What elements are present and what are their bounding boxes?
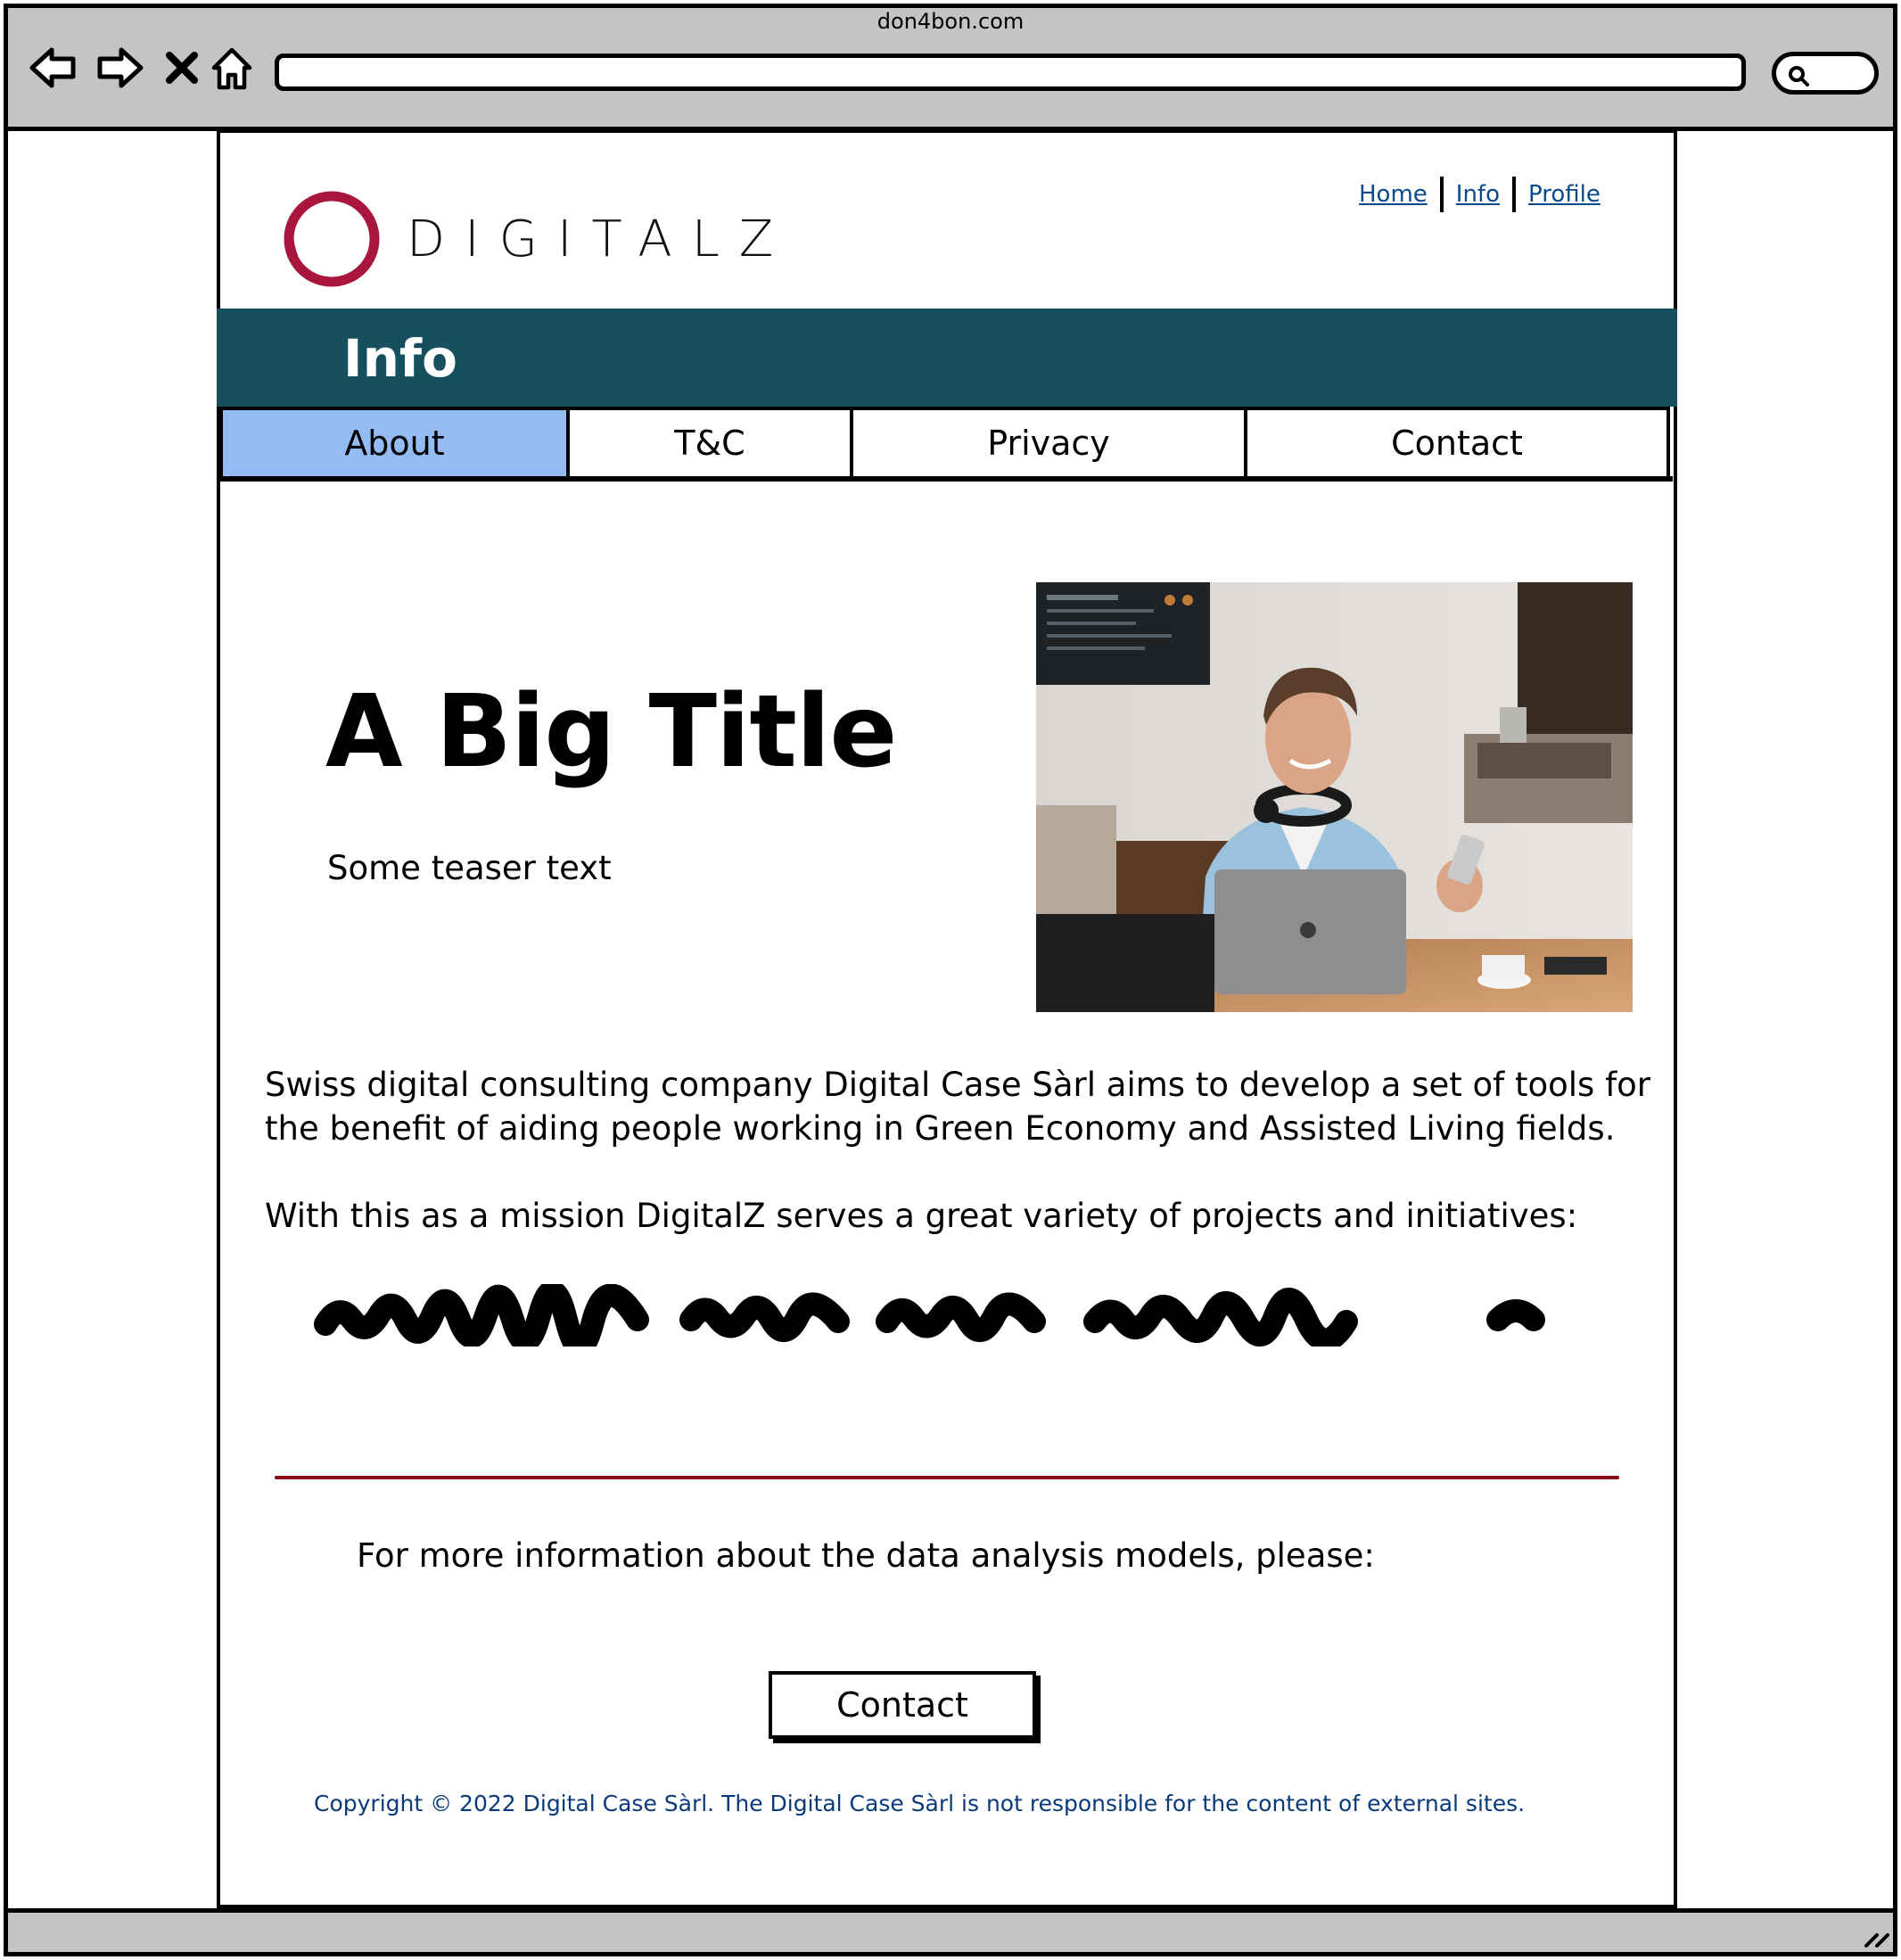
tab-privacy[interactable]: Privacy	[850, 407, 1247, 480]
redacted-scribble	[312, 1280, 1547, 1359]
home-icon[interactable]	[205, 41, 259, 95]
tab-about[interactable]: About	[219, 407, 570, 480]
intro-paragraph: Swiss digital consulting company Digital…	[265, 1066, 1650, 1148]
logo[interactable]: DIGITALZ	[407, 210, 793, 268]
magnifier-icon	[1789, 66, 1809, 86]
top-link-home[interactable]: Home	[1346, 181, 1440, 208]
section-divider	[275, 1476, 1619, 1479]
more-info-text: For more information about the data anal…	[357, 1536, 1375, 1575]
tabs-underline	[219, 476, 1673, 482]
contact-button[interactable]: Contact	[769, 1671, 1036, 1739]
top-nav: Home Info Profile	[1346, 175, 1613, 214]
tab-tc[interactable]: T&C	[566, 407, 853, 480]
address-bar[interactable]	[275, 54, 1746, 91]
browser-url: don4bon.com	[876, 9, 1025, 34]
mission-paragraph: With this as a mission DigitalZ serves a…	[265, 1197, 1578, 1235]
page-title: Info	[343, 328, 457, 389]
browser-search-field[interactable]	[1772, 52, 1879, 95]
hero-title: A Big Title	[325, 674, 897, 790]
logo-ring-icon	[278, 185, 385, 292]
top-link-profile[interactable]: Profile	[1516, 181, 1613, 208]
forward-icon[interactable]	[93, 41, 146, 95]
browser-statusbar	[4, 1908, 1897, 1956]
tab-contact[interactable]: Contact	[1244, 407, 1670, 480]
copyright-text: Copyright © 2022 Digital Case Sàrl. The …	[314, 1791, 1526, 1816]
close-icon[interactable]	[155, 41, 209, 95]
hero-teaser: Some teaser text	[327, 849, 612, 887]
top-link-info[interactable]: Info	[1444, 181, 1512, 208]
back-icon[interactable]	[27, 41, 80, 95]
hero-image	[1036, 582, 1633, 1012]
resize-grip-icon[interactable]	[1859, 1915, 1895, 1951]
